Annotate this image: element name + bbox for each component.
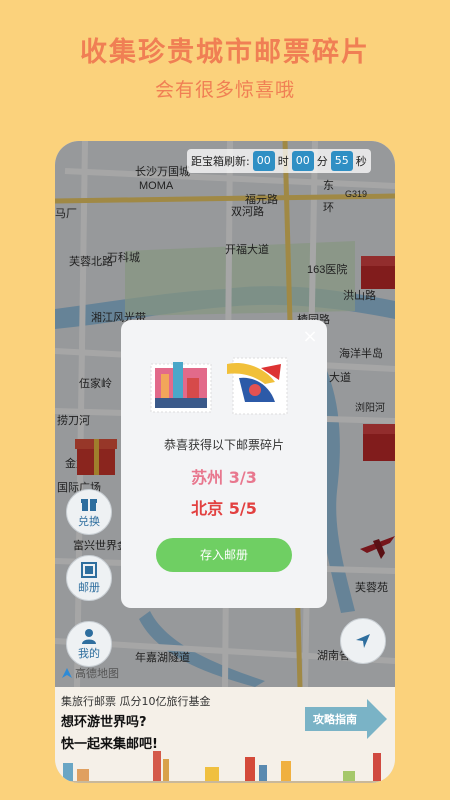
- album-button[interactable]: 邮册: [66, 555, 112, 601]
- amap-logo: 高德地图: [61, 665, 119, 681]
- fragment-city: 苏州: [191, 468, 224, 487]
- guide-label: 攻略指南: [313, 712, 357, 726]
- mine-button[interactable]: 我的: [66, 621, 112, 667]
- album-icon: [81, 561, 97, 578]
- amap-logo-icon: [62, 668, 72, 678]
- fragment-count: 3/3: [228, 468, 257, 487]
- dialog-title: 恭喜获得以下邮票碎片: [163, 438, 284, 452]
- banner-line1: 集旅行邮票 瓜分10亿旅行基金: [61, 695, 211, 708]
- exchange-button[interactable]: 兑换: [66, 489, 112, 535]
- timer-hours: 00: [252, 151, 275, 171]
- fragment-city: 北京: [191, 499, 224, 518]
- promo-banner[interactable]: 集旅行邮票 瓜分10亿旅行基金 想环游世界吗? 快一起来集邮吧! 攻略指南: [55, 687, 395, 783]
- fragment-item: 苏州 3/3: [121, 464, 327, 488]
- chest-refresh-timer: 距宝箱刷新: 00 时 00 分 55 秒: [187, 149, 371, 173]
- timer-seconds: 55: [330, 151, 353, 171]
- phone-screen: 长沙万国城 MOMA 福元路 东 环 G319 马厂 芙蓉北路 万科城 双河路 …: [55, 141, 395, 783]
- hero-subtitle: 会有很多惊喜哦: [154, 79, 295, 101]
- suzhou-stamp-icon: [150, 362, 212, 413]
- mine-label: 我的: [78, 646, 100, 660]
- banner-line2: 想环游世界吗?: [61, 715, 147, 730]
- location-arrow-icon: [356, 634, 370, 648]
- album-label: 邮册: [78, 580, 100, 594]
- city-skyline-illustration: [55, 751, 395, 783]
- locate-button[interactable]: [340, 618, 386, 664]
- timer-minutes-unit: 分: [316, 155, 328, 168]
- gift-icon: [81, 498, 97, 511]
- fragment-item: 北京 5/5: [121, 495, 327, 519]
- save-to-album-button[interactable]: 存入邮册: [156, 538, 292, 572]
- timer-seconds-unit: 秒: [355, 155, 367, 168]
- timer-hours-unit: 时: [277, 155, 289, 168]
- amap-logo-text: 高德地图: [75, 667, 119, 680]
- timer-label: 距宝箱刷新:: [191, 155, 250, 168]
- guide-arrow-button[interactable]: 攻略指南: [303, 699, 387, 739]
- exchange-label: 兑换: [78, 514, 100, 528]
- fragment-count: 5/5: [228, 499, 257, 518]
- stamp-reward-dialog: × 恭喜获得以下邮票碎片 苏州 3/3 北京 5/5 存入邮册: [121, 320, 327, 608]
- beijing-stamp-icon: [227, 357, 288, 415]
- close-icon[interactable]: ×: [301, 328, 319, 346]
- user-icon: [82, 628, 96, 644]
- timer-minutes: 00: [291, 151, 314, 171]
- hero-title: 收集珍贵城市邮票碎片: [80, 37, 370, 68]
